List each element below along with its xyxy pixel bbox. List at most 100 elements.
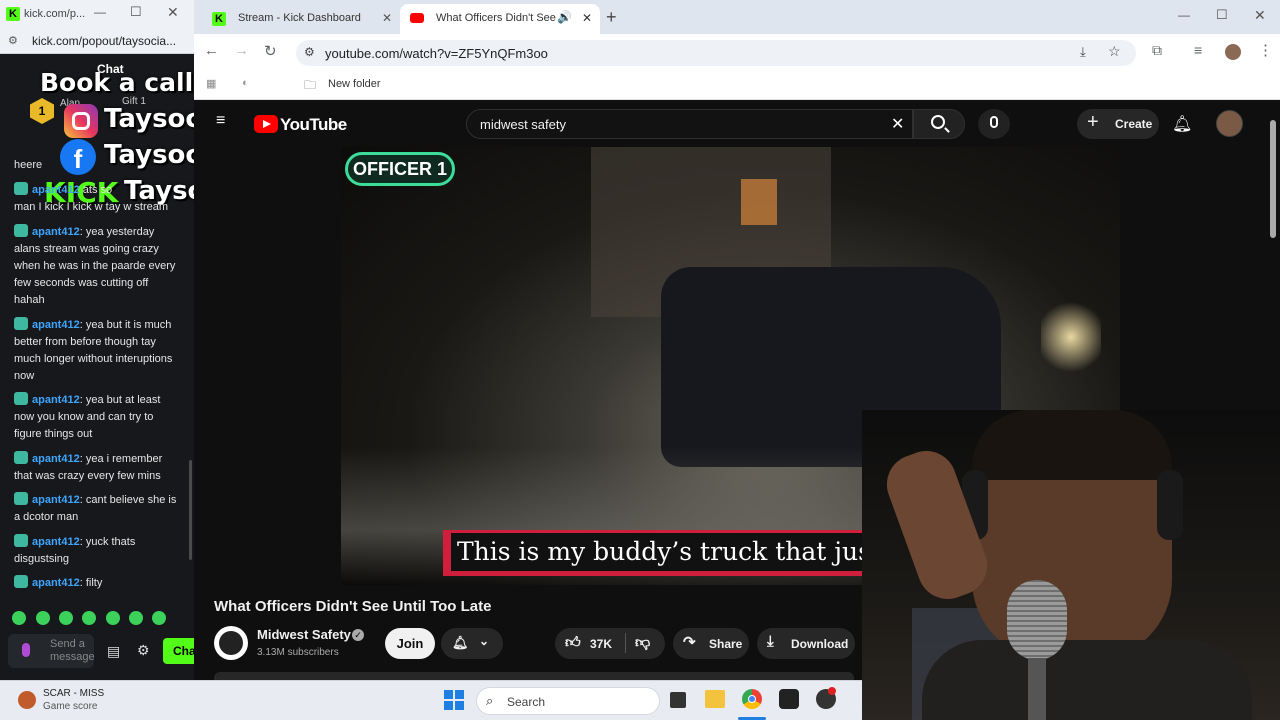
chat-scrollbar[interactable] — [189, 460, 192, 560]
chat-username[interactable]: apant412 — [32, 577, 80, 589]
channel-name[interactable]: Midwest Safety — [257, 627, 351, 642]
game-title[interactable]: SCAR - MISS — [43, 688, 104, 699]
youtube-logo-text[interactable]: YouTube — [280, 115, 347, 135]
chat-input-placeholder: Send a message — [50, 638, 95, 663]
chat-message: apant412: cant believe she is a dcotor m… — [14, 492, 177, 523]
bookmark-app-icon[interactable]: ▦ — [206, 77, 216, 90]
youtube-search-input[interactable]: midwest safety ✕ — [466, 109, 913, 139]
top-gifter-num: 1 — [38, 104, 46, 118]
chrome-icon[interactable] — [742, 689, 762, 709]
app-icon[interactable] — [816, 687, 836, 709]
bell-icon: 🔔︎ — [452, 635, 469, 650]
address-bar[interactable]: ⚙ youtube.com/watch?v=ZF5YnQFm3oo ⤓ ☆ — [296, 40, 1136, 66]
minimize-icon[interactable]: — — [1178, 8, 1190, 22]
youtube-favicon-icon — [410, 13, 424, 23]
profile-avatar[interactable] — [1225, 44, 1241, 60]
bookmark-folder-label[interactable]: New folder — [328, 78, 381, 90]
chat-send-button[interactable]: Cha — [163, 638, 194, 664]
like-dislike-group: 👍︎ 37K 👎︎ — [555, 628, 665, 659]
tab-close-icon[interactable]: ✕ — [382, 11, 392, 25]
account-avatar[interactable] — [1216, 110, 1243, 137]
site-info-icon[interactable]: ⚙ — [304, 45, 315, 59]
file-explorer-icon[interactable] — [705, 690, 725, 708]
chat-username[interactable]: apant412 — [32, 536, 80, 548]
share-button[interactable]: ↷ Share — [673, 628, 749, 659]
close-icon[interactable]: ✕ — [1254, 7, 1266, 24]
chat-username[interactable]: apant412 — [32, 494, 80, 506]
voice-search-button[interactable] — [978, 109, 1010, 139]
tab-youtube-video[interactable]: What Officers Didn't See U 🔊 ✕ — [400, 4, 600, 34]
chat-message: apant412: yea but it is much better from… — [14, 317, 173, 382]
webcam-overlay — [862, 410, 1280, 720]
maximize-icon[interactable]: ☐ — [130, 4, 142, 20]
video-title: What Officers Didn't See Until Too Late — [214, 598, 492, 615]
like-icon[interactable]: 👍︎ — [565, 634, 581, 652]
kick-favicon-icon: K — [212, 12, 226, 26]
taskbar-search-box[interactable]: ⌕ Search — [476, 687, 660, 715]
hamburger-menu-icon[interactable]: ≡ — [216, 113, 232, 129]
dislike-icon[interactable]: 👎︎ — [635, 634, 650, 652]
game-icon[interactable] — [18, 691, 36, 709]
obs-icon[interactable] — [779, 689, 799, 709]
notifications-bell-icon[interactable]: 🔔︎ — [1172, 114, 1192, 134]
emote-icon[interactable] — [36, 611, 50, 625]
chat-username[interactable]: apant412 — [32, 394, 80, 406]
verified-check-icon: ✓ — [352, 629, 364, 641]
description-box[interactable] — [214, 672, 854, 680]
chat-username[interactable]: apant412 — [32, 184, 80, 196]
install-app-icon[interactable]: ⤓ — [1080, 44, 1086, 60]
reload-icon[interactable]: ↻ — [264, 42, 277, 60]
download-button[interactable]: ⤓ Download — [757, 628, 855, 659]
cast-icon[interactable]: ⧉ — [1152, 42, 1162, 59]
audio-playing-icon[interactable]: 🔊 — [557, 10, 572, 24]
search-icon — [931, 115, 945, 129]
bookmark-star-icon[interactable]: ☆ — [1108, 43, 1121, 60]
back-arrow-icon[interactable]: ← — [204, 42, 219, 59]
page-scrollbar[interactable] — [1270, 120, 1276, 238]
forward-arrow-icon[interactable]: → — [234, 42, 249, 59]
like-count[interactable]: 37K — [590, 637, 612, 651]
clear-search-icon[interactable]: ✕ — [891, 114, 904, 134]
tab-close-icon[interactable]: ✕ — [582, 11, 592, 25]
minimize-icon[interactable]: — — [94, 5, 106, 19]
emote-icon[interactable] — [152, 611, 166, 625]
emote-icon[interactable] — [106, 611, 120, 625]
emote-icon[interactable] — [82, 611, 96, 625]
overlay-instagram-handle: Taysocial — [104, 104, 194, 134]
search-button[interactable] — [913, 109, 965, 139]
popout-address-bar[interactable]: ⚙ kick.com/popout/taysocia... — [0, 28, 194, 54]
subscribe-bell-button[interactable]: 🔔︎ ⌄ — [441, 628, 503, 659]
close-icon[interactable]: ✕ — [167, 4, 179, 21]
windows-start-icon[interactable] — [444, 690, 464, 710]
chat-message: heere — [14, 157, 179, 174]
overlay-book-call: Book a call at — [40, 68, 194, 97]
media-control-icon[interactable]: ≡ — [1194, 42, 1202, 58]
chat-username[interactable]: apant412 — [32, 453, 80, 465]
officer-badge: OFFICER 1 — [345, 152, 455, 186]
chat-username[interactable]: apant412 — [32, 226, 80, 238]
channel-avatar[interactable] — [214, 626, 248, 660]
task-view-icon[interactable] — [670, 692, 686, 708]
emote-icon[interactable] — [59, 611, 73, 625]
youtube-logo-icon[interactable] — [254, 115, 278, 133]
top-gifter-badge: 1 — [30, 98, 54, 124]
settings-gear-icon[interactable]: ⚙ — [137, 642, 150, 659]
tab-kick-dashboard[interactable]: K Stream - Kick Dashboard ✕ — [202, 4, 398, 34]
emote-icon[interactable] — [129, 611, 143, 625]
new-tab-icon[interactable]: + — [606, 7, 617, 28]
maximize-icon[interactable]: ☐ — [1216, 7, 1228, 23]
bookmark-item-icon[interactable]: ◐ — [242, 77, 249, 89]
chat-username[interactable]: apant412 — [32, 319, 80, 331]
taskbar-search-label: Search — [507, 695, 546, 709]
create-button[interactable]: + Create — [1077, 109, 1159, 139]
store-icon[interactable]: ▤ — [107, 643, 120, 660]
site-settings-icon[interactable]: ⚙ — [8, 34, 18, 47]
browser-menu-icon[interactable]: ⋮ — [1258, 41, 1273, 59]
emote-icon[interactable] — [12, 611, 26, 625]
chat-input[interactable]: Send a message — [8, 634, 95, 668]
chat-message: apant412: yea yesterday alans stream was… — [14, 224, 176, 306]
mic-icon[interactable] — [22, 643, 30, 657]
join-button[interactable]: Join — [385, 628, 435, 659]
subscriber-badge-icon — [14, 317, 28, 330]
headphones-icon — [1157, 470, 1183, 540]
